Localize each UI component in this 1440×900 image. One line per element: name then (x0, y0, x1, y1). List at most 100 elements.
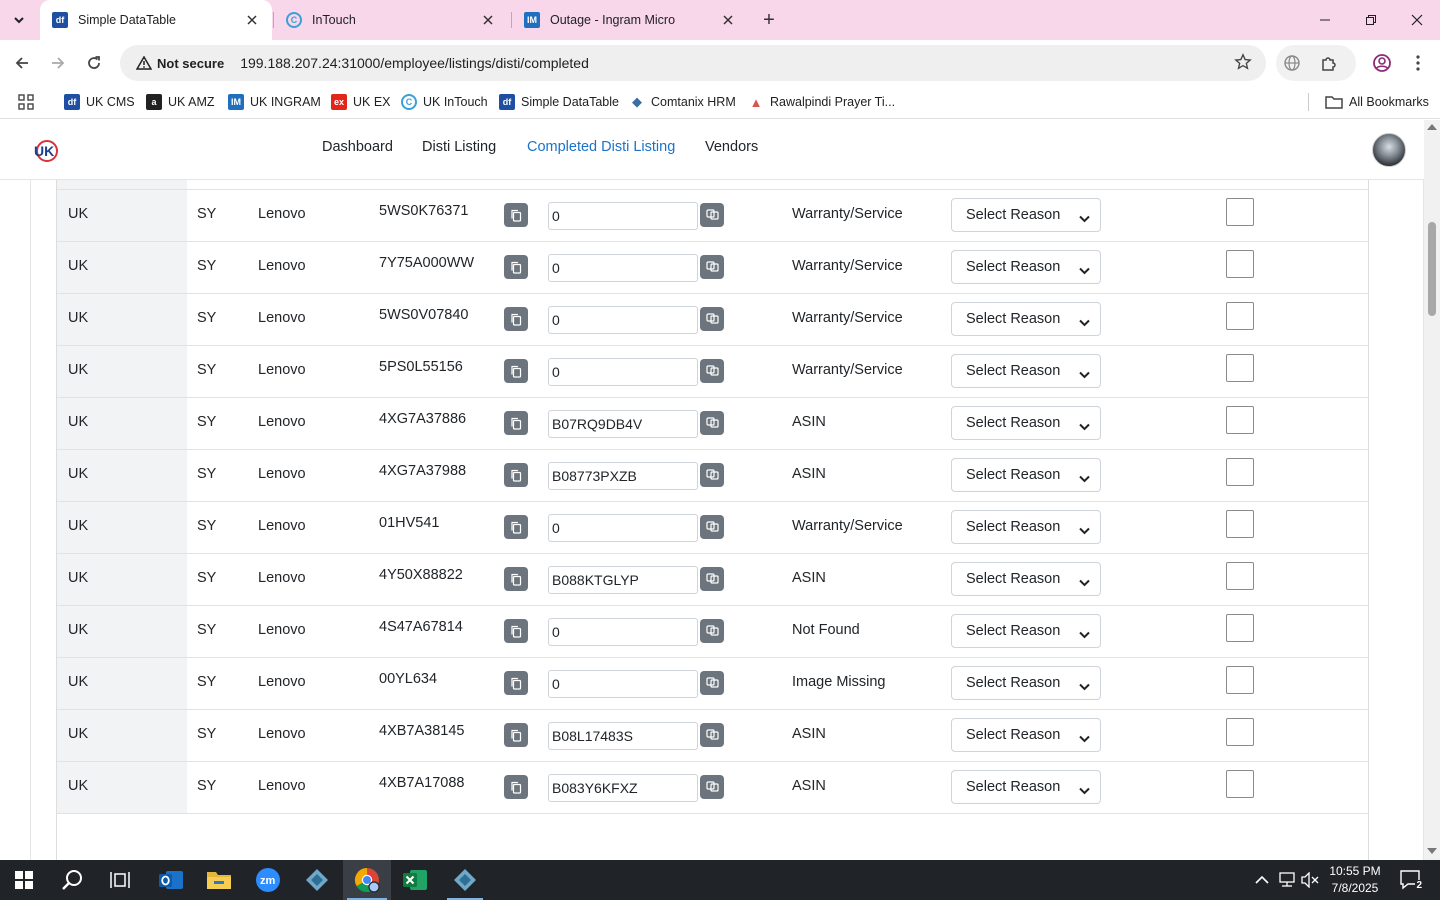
row-checkbox[interactable] (1226, 458, 1254, 486)
row-checkbox[interactable] (1226, 302, 1254, 330)
back-button[interactable] (9, 50, 35, 76)
network-button[interactable] (1277, 870, 1297, 890)
copy-sku-button[interactable] (504, 775, 528, 799)
bookmark-star-button[interactable] (1234, 53, 1254, 73)
browser-tab[interactable]: IM Outage - Ingram Micro (512, 0, 748, 40)
asin-input[interactable] (548, 618, 698, 646)
bookmark-item[interactable]: ◆ Comtanix HRM (629, 92, 736, 112)
bookmark-item[interactable]: df Simple DataTable (499, 92, 619, 112)
nav-link[interactable]: Disti Listing (422, 139, 496, 155)
taskbar-outlook[interactable] (147, 860, 195, 900)
copy-asin-button[interactable] (700, 567, 724, 591)
copy-asin-button[interactable] (700, 203, 724, 227)
task-view-button[interactable] (96, 860, 144, 900)
taskbar-app-diamond-2[interactable] (441, 860, 489, 900)
copy-sku-button[interactable] (504, 723, 528, 747)
uk-logo[interactable]: UK (33, 138, 59, 164)
scroll-thumb[interactable] (1428, 222, 1436, 316)
copy-asin-button[interactable] (700, 463, 724, 487)
copy-sku-button[interactable] (504, 515, 528, 539)
scroll-up-arrow[interactable] (1427, 124, 1437, 130)
copy-sku-button[interactable] (504, 255, 528, 279)
notifications-button[interactable]: 2 (1398, 868, 1424, 892)
apps-button[interactable] (18, 92, 34, 112)
asin-input[interactable] (548, 670, 698, 698)
asin-input[interactable] (548, 306, 698, 334)
row-checkbox[interactable] (1226, 562, 1254, 590)
browser-tab[interactable]: df Simple DataTable (40, 0, 272, 40)
copy-sku-button[interactable] (504, 463, 528, 487)
copy-asin-button[interactable] (700, 671, 724, 695)
copy-sku-button[interactable] (504, 359, 528, 383)
row-checkbox[interactable] (1226, 770, 1254, 798)
reason-select[interactable]: Select Reason (951, 354, 1101, 388)
copy-sku-button[interactable] (504, 411, 528, 435)
reason-select[interactable]: Select Reason (951, 562, 1101, 596)
profile-button[interactable] (1369, 50, 1395, 76)
asin-input[interactable] (548, 514, 698, 542)
scroll-down-arrow[interactable] (1427, 848, 1437, 854)
bookmark-item[interactable]: C UK InTouch (401, 92, 488, 112)
row-checkbox[interactable] (1226, 614, 1254, 642)
new-tab-button[interactable]: + (758, 8, 780, 32)
volume-button[interactable] (1300, 870, 1320, 890)
security-chip[interactable]: Not secure (130, 50, 230, 76)
copy-asin-button[interactable] (700, 307, 724, 331)
tab-close-icon[interactable] (720, 12, 736, 28)
copy-sku-button[interactable] (504, 567, 528, 591)
extensions-button[interactable] (1316, 50, 1342, 76)
nav-link[interactable]: Vendors (705, 139, 758, 155)
tab-close-icon[interactable] (244, 12, 260, 28)
bookmark-item[interactable]: df UK CMS (64, 92, 135, 112)
close-window-button[interactable] (1394, 0, 1440, 40)
reason-select[interactable]: Select Reason (951, 302, 1101, 336)
copy-asin-button[interactable] (700, 411, 724, 435)
row-checkbox[interactable] (1226, 510, 1254, 538)
copy-sku-button[interactable] (504, 671, 528, 695)
bookmark-item[interactable]: IM UK INGRAM (228, 92, 321, 112)
row-checkbox[interactable] (1226, 406, 1254, 434)
copy-sku-button[interactable] (504, 307, 528, 331)
taskbar-app-diamond[interactable] (293, 860, 341, 900)
bookmark-item[interactable]: a UK AMZ (146, 92, 215, 112)
reason-select[interactable]: Select Reason (951, 770, 1101, 804)
reason-select[interactable]: Select Reason (951, 198, 1101, 232)
taskbar-excel[interactable] (391, 860, 439, 900)
copy-asin-button[interactable] (700, 255, 724, 279)
minimize-button[interactable] (1302, 0, 1348, 40)
asin-input[interactable] (548, 774, 698, 802)
copy-asin-button[interactable] (700, 515, 724, 539)
copy-asin-button[interactable] (700, 619, 724, 643)
translate-extension-button[interactable] (1279, 50, 1305, 76)
row-checkbox[interactable] (1226, 250, 1254, 278)
asin-input[interactable] (548, 254, 698, 282)
asin-input[interactable] (548, 410, 698, 438)
all-bookmarks-button[interactable]: All Bookmarks (1325, 92, 1429, 112)
taskbar-file-explorer[interactable] (195, 860, 243, 900)
reason-select[interactable]: Select Reason (951, 614, 1101, 648)
page-scrollbar[interactable] (1424, 120, 1440, 860)
reason-select[interactable]: Select Reason (951, 406, 1101, 440)
bookmark-item[interactable]: ex UK EX (331, 92, 391, 112)
taskbar-chrome[interactable] (343, 860, 391, 900)
restore-button[interactable] (1348, 0, 1394, 40)
row-checkbox[interactable] (1226, 354, 1254, 382)
forward-button[interactable] (45, 50, 71, 76)
copy-asin-button[interactable] (700, 775, 724, 799)
start-button[interactable] (0, 860, 48, 900)
copy-sku-button[interactable] (504, 203, 528, 227)
asin-input[interactable] (548, 462, 698, 490)
row-checkbox[interactable] (1226, 666, 1254, 694)
row-checkbox[interactable] (1226, 718, 1254, 746)
taskbar-clock[interactable]: 10:55 PM 7/8/2025 (1326, 863, 1384, 897)
asin-input[interactable] (548, 722, 698, 750)
reload-button[interactable] (81, 50, 107, 76)
user-avatar[interactable] (1372, 133, 1406, 167)
copy-asin-button[interactable] (700, 359, 724, 383)
row-checkbox[interactable] (1226, 198, 1254, 226)
reason-select[interactable]: Select Reason (951, 510, 1101, 544)
tray-overflow-button[interactable] (1252, 870, 1272, 890)
reason-select[interactable]: Select Reason (951, 250, 1101, 284)
asin-input[interactable] (548, 358, 698, 386)
taskbar-zoom[interactable]: zm (244, 860, 292, 900)
